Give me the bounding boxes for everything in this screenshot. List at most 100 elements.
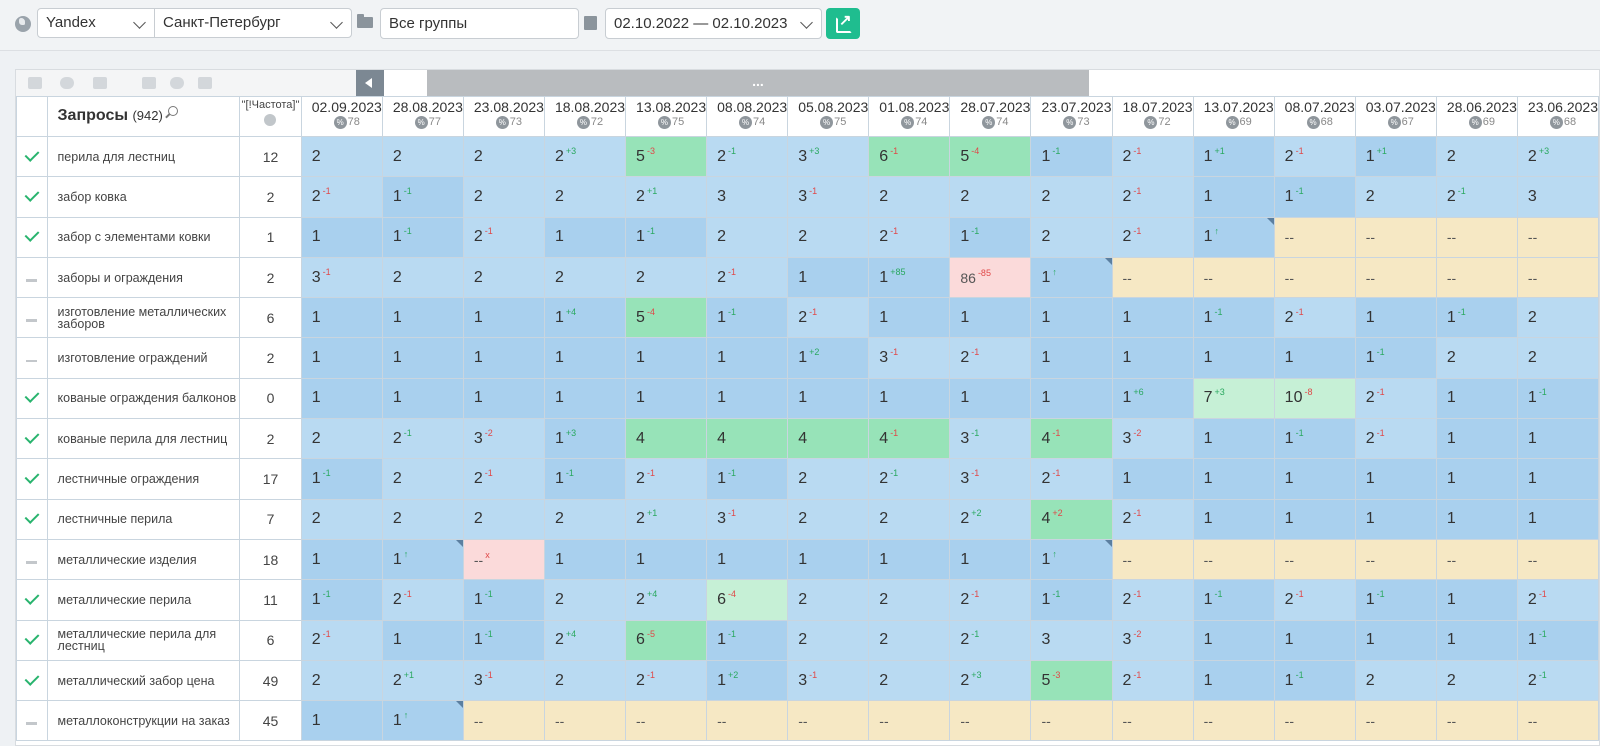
- position-cell[interactable]: 1: [300, 297, 383, 339]
- position-cell[interactable]: 1: [300, 700, 383, 742]
- position-cell[interactable]: 2 -1: [300, 619, 383, 661]
- position-cell[interactable]: 1: [543, 216, 627, 258]
- row-status[interactable]: [16, 337, 48, 379]
- position-cell[interactable]: 2 -1: [625, 458, 708, 500]
- position-cell[interactable]: --: [1192, 538, 1275, 581]
- date-column-header[interactable]: 01.08.2023% 74: [868, 96, 951, 137]
- position-cell[interactable]: 1 -1: [1435, 297, 1518, 339]
- position-cell[interactable]: 2: [381, 498, 464, 540]
- position-cell[interactable]: 1: [868, 538, 951, 581]
- position-cell[interactable]: 1 -1: [1273, 418, 1356, 460]
- position-cell[interactable]: --: [1435, 216, 1518, 258]
- date-column-header[interactable]: 08.08.2023% 74: [706, 96, 789, 137]
- position-cell[interactable]: 1 -1: [462, 579, 545, 621]
- position-cell[interactable]: 1: [706, 538, 789, 581]
- position-cell[interactable]: 2 -1: [868, 458, 951, 500]
- position-cell[interactable]: 1 -1: [300, 458, 383, 500]
- position-cell[interactable]: --: [1354, 256, 1437, 299]
- position-cell[interactable]: 1 -1: [625, 216, 708, 258]
- position-cell[interactable]: --: [1354, 700, 1437, 742]
- image-icon[interactable]: [198, 77, 212, 89]
- position-cell[interactable]: 1 +4: [543, 297, 627, 339]
- position-cell[interactable]: 6 -1: [868, 135, 951, 178]
- position-cell[interactable]: 2 -1: [1111, 659, 1194, 702]
- position-cell[interactable]: 1: [1192, 498, 1275, 540]
- position-cell[interactable]: 1: [1435, 498, 1518, 540]
- position-cell[interactable]: 1: [868, 377, 951, 420]
- date-column-header[interactable]: 23.06.2023% 68: [1516, 96, 1599, 137]
- row-status[interactable]: [16, 659, 48, 702]
- position-cell[interactable]: 1 -1: [462, 619, 545, 661]
- query-column-header[interactable]: Запросы (942): [46, 96, 241, 137]
- position-cell[interactable]: 2: [300, 498, 383, 540]
- position-cell[interactable]: 1 +2: [787, 337, 870, 379]
- position-cell[interactable]: 2 -1: [949, 337, 1032, 379]
- date-column-header[interactable]: 03.07.2023% 67: [1354, 96, 1437, 137]
- position-cell[interactable]: 2 -1: [1111, 176, 1194, 218]
- position-cell[interactable]: 3 -2: [1111, 418, 1194, 460]
- position-cell[interactable]: 2: [1030, 176, 1113, 218]
- table-row[interactable]: лестничные перила 7 2 2 2 2 2 +1 3 -1 2 2 2 +2 4 +2 2 -1 1…: [16, 498, 1599, 540]
- position-cell[interactable]: 2 -1: [1516, 579, 1599, 621]
- position-cell[interactable]: 1: [1111, 297, 1194, 339]
- row-status[interactable]: [16, 216, 48, 258]
- position-cell[interactable]: --: [1192, 256, 1275, 299]
- row-status[interactable]: [16, 377, 48, 420]
- table-row[interactable]: лестничные ограждения 17 1 -1 2 2 -1 1 -1 2 -1 1 -1 2…: [16, 458, 1599, 500]
- position-cell[interactable]: 1: [1192, 337, 1275, 379]
- position-cell[interactable]: 2: [787, 498, 870, 540]
- position-cell[interactable]: 1 +1: [1354, 135, 1437, 178]
- position-cell[interactable]: 1: [543, 538, 627, 581]
- contrast-icon[interactable]: [170, 77, 184, 89]
- position-cell[interactable]: 1: [1354, 297, 1437, 339]
- table-row[interactable]: металлоконструкции на заказ 45 1 1 ↑ -- -- -- --…: [16, 700, 1599, 742]
- position-cell[interactable]: 1: [1435, 579, 1518, 621]
- position-cell[interactable]: 1 +85: [868, 256, 951, 299]
- group-select[interactable]: Все группы: [380, 8, 579, 39]
- position-cell[interactable]: 2 -1: [1111, 498, 1194, 540]
- position-cell[interactable]: 1: [1435, 418, 1518, 460]
- position-cell[interactable]: 2 -1: [1273, 135, 1356, 178]
- position-cell[interactable]: 2: [1516, 297, 1599, 339]
- position-cell[interactable]: --: [1273, 216, 1356, 258]
- position-cell[interactable]: 1: [1435, 619, 1518, 661]
- position-cell[interactable]: 1: [543, 377, 627, 420]
- row-status[interactable]: [16, 458, 48, 500]
- table-row[interactable]: металлический забор цена 49 2 2 +1 3 -1 2 2 -1 1 +2…: [16, 659, 1599, 702]
- position-cell[interactable]: 2: [543, 659, 627, 702]
- position-cell[interactable]: 2 -1: [381, 418, 464, 460]
- position-cell[interactable]: 1: [1192, 619, 1275, 661]
- position-cell[interactable]: 1: [1516, 458, 1599, 500]
- position-cell[interactable]: 2 +3: [1516, 135, 1599, 178]
- position-cell[interactable]: 3 -1: [868, 337, 951, 379]
- position-cell[interactable]: 1: [1516, 498, 1599, 540]
- position-cell[interactable]: 2: [462, 256, 545, 299]
- position-cell[interactable]: 1: [1354, 498, 1437, 540]
- position-cell[interactable]: 3: [1030, 619, 1113, 661]
- toggle-icon[interactable]: [60, 77, 74, 89]
- position-cell[interactable]: 1 -1: [1273, 176, 1356, 218]
- position-cell[interactable]: --: [868, 700, 951, 742]
- position-cell[interactable]: 5 -3: [625, 135, 708, 178]
- date-column-header[interactable]: 23.07.2023% 73: [1030, 96, 1113, 137]
- position-cell[interactable]: --: [1111, 256, 1194, 299]
- row-status[interactable]: [16, 538, 48, 581]
- position-cell[interactable]: 2: [1435, 337, 1518, 379]
- position-cell[interactable]: 2 -1: [1354, 418, 1437, 460]
- date-column-header[interactable]: 05.08.2023% 75: [787, 96, 870, 137]
- position-cell[interactable]: 1: [1435, 458, 1518, 500]
- position-cell[interactable]: 2 -1: [1030, 458, 1113, 500]
- date-column-header[interactable]: 28.07.2023% 74: [949, 96, 1032, 137]
- search-engine-select[interactable]: Yandex: [37, 8, 155, 38]
- position-cell[interactable]: 2: [381, 135, 464, 178]
- position-cell[interactable]: 2 +1: [381, 659, 464, 702]
- position-cell[interactable]: 6 -5: [625, 619, 708, 661]
- date-column-header[interactable]: 18.07.2023% 72: [1111, 96, 1194, 137]
- position-cell[interactable]: 1 -1: [381, 176, 464, 218]
- position-cell[interactable]: 3 -1: [949, 458, 1032, 500]
- position-cell[interactable]: 2: [462, 176, 545, 218]
- position-cell[interactable]: --: [1273, 700, 1356, 742]
- position-cell[interactable]: 1: [787, 538, 870, 581]
- table-row[interactable]: металлические перила для лестниц 6 2 -1 1 1 -1…: [16, 619, 1599, 661]
- position-cell[interactable]: --: [787, 700, 870, 742]
